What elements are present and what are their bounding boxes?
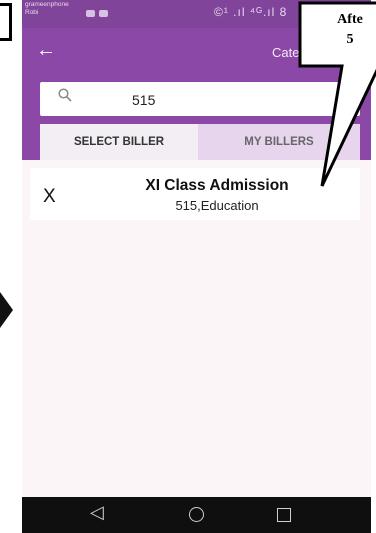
arrow-left-icon[interactable]: ← xyxy=(36,40,56,60)
carrier-name-secondary: Robi xyxy=(25,8,39,16)
nav-home-icon[interactable] xyxy=(189,507,204,522)
left-pointer-arrow xyxy=(0,292,13,328)
callout-line-1: Afte xyxy=(337,12,363,27)
nav-back-icon[interactable]: ◁ xyxy=(90,502,104,523)
system-nav-bar: ◁ xyxy=(22,497,371,533)
carrier-info: grameenphone Robi xyxy=(25,1,69,16)
app-notification-icon xyxy=(99,10,108,17)
search-input[interactable] xyxy=(132,89,292,111)
callout-line-2: 5 xyxy=(346,32,354,47)
message-icon xyxy=(86,10,95,17)
carrier-name-primary: grameenphone xyxy=(25,1,69,8)
search-icon xyxy=(58,88,72,102)
nav-recents-icon[interactable] xyxy=(277,508,291,522)
notification-icons xyxy=(86,4,112,22)
callout-text: Afte 5 xyxy=(320,10,376,50)
signal-indicator: ©¹ .ıl ⁴ᴳ.ıl 8 xyxy=(214,5,288,19)
tab-select-biller[interactable]: SELECT BILLER xyxy=(40,124,198,160)
left-callout-box xyxy=(0,3,12,41)
